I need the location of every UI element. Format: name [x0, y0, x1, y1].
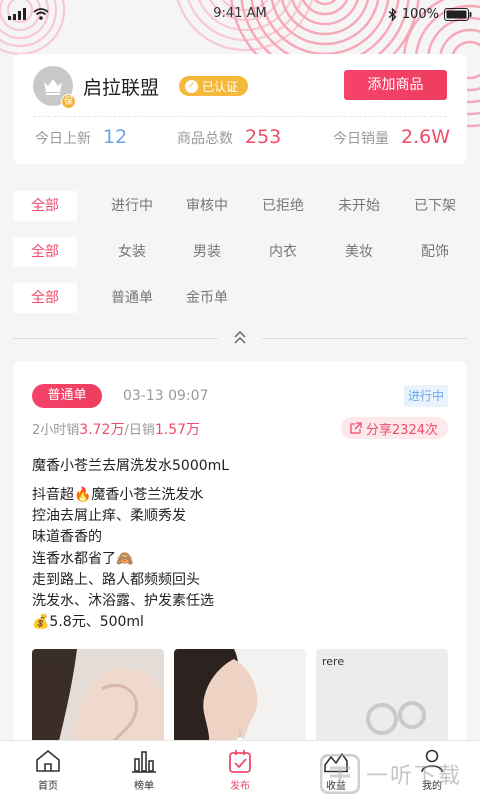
status-bar: 100%	[0, 0, 480, 28]
category-filter-row: 全部 女装 男装 内衣 美妆 配饰	[13, 237, 467, 267]
sales-summary: 2小时销3.72万/日销1.57万	[32, 419, 200, 439]
status-badge: 进行中	[403, 385, 448, 407]
order-type-tag: 普通单	[32, 384, 102, 408]
header-divider	[33, 116, 447, 117]
filter-type-normal[interactable]: 普通单	[89, 283, 175, 313]
guarantee-badge: 保	[61, 94, 76, 109]
brand-label: rere	[322, 655, 345, 668]
stat-label: 商品总数	[177, 131, 233, 147]
stat-label: 今日上新	[35, 131, 91, 147]
double-chevron-up-icon[interactable]	[232, 329, 248, 347]
sales-day-label: 日销	[128, 423, 155, 438]
share-button[interactable]: 分享2324次	[340, 417, 448, 439]
status-right: 100%	[388, 7, 472, 22]
watermark-text: 一听下载	[366, 764, 463, 789]
stat-label: 今日销量	[333, 131, 389, 147]
verified-check-icon: ✓	[185, 79, 198, 93]
product-title: 魔香小苍兰去屑洗发水5000mL	[32, 458, 230, 474]
shop-name: 启拉联盟	[83, 77, 160, 99]
avatar[interactable]: 保	[33, 66, 76, 109]
battery-icon	[444, 7, 472, 21]
post-line: 抖音超🔥魔香小苍兰洗发水	[32, 487, 204, 503]
post-time: 03-13 09:07	[123, 388, 209, 404]
filter-status-not-started[interactable]: 未开始	[327, 191, 391, 221]
product-post-card[interactable]: 普通单 03-13 09:07 进行中 2小时销3.72万/日销1.57万 分享…	[13, 361, 467, 800]
stat-today-new: 今日上新 12	[35, 126, 127, 148]
filter-category-accessories[interactable]: 配饰	[391, 237, 479, 267]
watermark: 一听下载	[320, 748, 480, 800]
status-filter-row: 全部 进行中 审核中 已拒绝 未开始 已下架	[13, 191, 467, 221]
share-icon	[350, 421, 362, 434]
shop-header-card: 保 启拉联盟 ✓ 已认证 添加商品 今日上新 12 商品总数 253 今日销量 …	[13, 54, 467, 164]
divider-line	[13, 338, 218, 339]
brand-label: rere	[38, 655, 61, 668]
signal-icon	[8, 8, 26, 20]
filter-category-underwear[interactable]: 内衣	[239, 237, 327, 267]
filter-category-beauty[interactable]: 美妆	[327, 237, 391, 267]
sales-2h-label: 2小时销	[32, 423, 80, 438]
ranking-icon	[132, 751, 156, 773]
tab-home[interactable]: 首页	[0, 741, 96, 800]
post-line: 洗发水、沐浴露、护发素任选	[32, 593, 214, 610]
sales-day-value: 1.57万	[154, 422, 201, 438]
status-left	[8, 8, 49, 20]
divider-line	[262, 338, 467, 339]
post-description: 抖音超🔥魔香小苍兰洗发水 控油去屑止痒、柔顺秀发 味道香香的 连香水都省了🙈 走…	[32, 485, 214, 633]
sales-2h-value: 3.72万	[79, 422, 125, 438]
filter-type-all[interactable]: 全部	[13, 283, 77, 313]
tab-publish[interactable]: 发布	[192, 741, 288, 800]
filter-type-coin[interactable]: 金币单	[175, 283, 239, 313]
filter-category-women[interactable]: 女装	[89, 237, 175, 267]
tab-label: 首页	[38, 781, 58, 792]
post-line: 连香水都省了🙈	[32, 550, 134, 567]
tab-ranking[interactable]: 榜单	[96, 741, 192, 800]
tab-label: 榜单	[134, 781, 154, 792]
shop-logo-icon	[44, 79, 62, 95]
stat-total-products: 商品总数 253	[177, 126, 281, 148]
share-label: 分享2324次	[365, 422, 438, 438]
filter-status-all[interactable]: 全部	[13, 191, 77, 221]
publish-icon	[229, 750, 251, 773]
filter-status-offline[interactable]: 已下架	[391, 191, 479, 221]
filter-status-in-progress[interactable]: 进行中	[89, 191, 175, 221]
stat-value: 253	[245, 126, 282, 148]
stat-today-sales: 今日销量 2.6W	[333, 126, 450, 148]
post-line: 控油去屑止痒、柔顺秀发	[32, 508, 186, 525]
collapse-filters-toggle[interactable]	[13, 328, 467, 348]
post-line: 味道香香的	[32, 529, 102, 546]
filter-status-reviewing[interactable]: 审核中	[175, 191, 239, 221]
post-line: 💰5.8元、500ml	[32, 614, 144, 631]
bluetooth-icon	[388, 7, 397, 21]
verified-badge: ✓ 已认证	[179, 76, 249, 96]
stat-value: 12	[103, 126, 128, 148]
home-icon	[36, 750, 60, 772]
add-product-button[interactable]: 添加商品	[344, 70, 447, 100]
filter-category-men[interactable]: 男装	[175, 237, 239, 267]
filter-category-all[interactable]: 全部	[13, 237, 77, 267]
filter-status-rejected[interactable]: 已拒绝	[239, 191, 327, 221]
battery-percent: 100%	[401, 6, 439, 22]
stat-value: 2.6W	[401, 126, 451, 148]
wifi-icon	[33, 8, 49, 20]
watermark-logo-icon	[320, 754, 360, 794]
verified-label: 已认证	[202, 79, 239, 94]
post-line: 走到路上、路人都频频回头	[32, 571, 200, 588]
type-filter-row: 全部 普通单 金币单	[13, 283, 467, 313]
tab-label: 发布	[230, 781, 250, 792]
